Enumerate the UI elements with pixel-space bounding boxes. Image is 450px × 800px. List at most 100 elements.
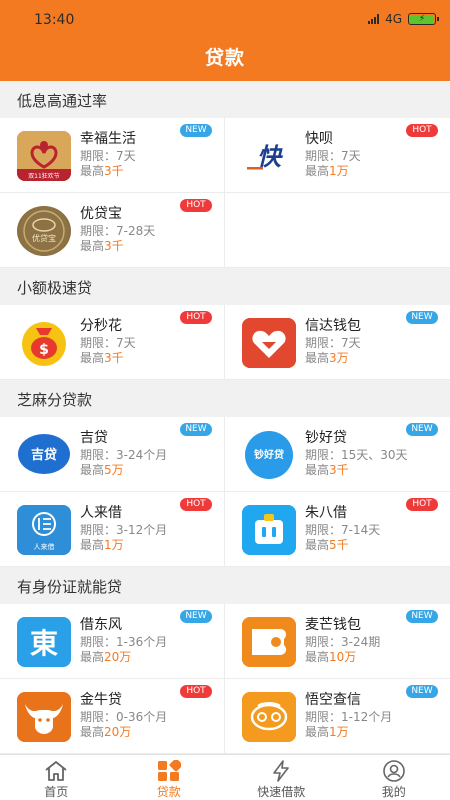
tab-home[interactable]: 首页 (0, 755, 113, 800)
loan-name: 幸福生活 (80, 131, 136, 147)
loan-name: 快呗 (305, 131, 333, 147)
loan-card-xinda[interactable]: 信达钱包 期限：7天 最高3万 NEW (225, 305, 450, 380)
loan-card-youdaibao[interactable]: 优贷宝 优贷宝 期限：7-28天 最高3千 HOT (0, 193, 225, 268)
loan-max-value: 5千 (329, 538, 349, 552)
loan-max-value: 3千 (104, 239, 124, 253)
loan-max: 最高5千 (305, 538, 349, 552)
section-title: 有身份证就能贷 (0, 567, 450, 604)
loan-card-zhubajie[interactable]: 朱八借 期限：7-14天 最高5千 HOT (225, 492, 450, 567)
svg-text:优贷宝: 优贷宝 (32, 233, 56, 243)
battery-icon: ⚡ (408, 13, 439, 25)
zhubajie-logo-icon (242, 505, 296, 555)
lightning-icon (268, 759, 294, 782)
loan-term: 期限：0-36个月 (80, 710, 168, 724)
svg-text:$: $ (39, 342, 49, 358)
hot-badge: HOT (406, 124, 438, 137)
svg-text:双11狂欢节: 双11狂欢节 (28, 172, 60, 180)
loan-max: 最高3万 (305, 351, 349, 365)
loan-name: 朱八借 (305, 505, 347, 521)
loan-term: 期限：7-28天 (80, 224, 156, 238)
loan-max: 最高1万 (80, 538, 124, 552)
loan-term: 期限：7天 (305, 149, 361, 163)
loan-term: 期限：7天 (80, 336, 136, 350)
loan-term: 期限：7天 (305, 336, 361, 350)
section-title: 芝麻分贷款 (0, 380, 450, 417)
renlaijie-logo-icon: 人来借 (17, 505, 71, 555)
loan-grid-icon (156, 759, 182, 782)
loan-card-maimang[interactable]: 麦芒钱包 期限：3-24期 最高10万 NEW (225, 604, 450, 679)
loan-card-jinniu[interactable]: 金牛贷 期限：0-36个月 最高20万 HOT (0, 679, 225, 754)
loan-max: 最高3千 (80, 239, 124, 253)
section-grid: $ 分秒花 期限：7天 最高3千 HOT 信达钱包 期限：7天 最高3万 NEW (0, 305, 450, 380)
wukong-logo-icon (242, 692, 296, 742)
loan-max: 最高3千 (305, 463, 349, 477)
empty-card (225, 193, 450, 268)
loan-name: 钞好贷 (305, 430, 347, 446)
loan-card-jidai[interactable]: 吉贷 吉贷 期限：3-24个月 最高5万 NEW (0, 417, 225, 492)
loan-name: 麦芒钱包 (305, 617, 361, 633)
loan-max-value: 3万 (329, 351, 349, 365)
profile-icon (381, 759, 407, 782)
jiedongfeng-logo-icon: 東 (17, 617, 71, 667)
loan-name: 优贷宝 (80, 206, 122, 222)
tab-quick-loan[interactable]: 快速借款 (225, 755, 338, 800)
loan-term: 期限：1-36个月 (80, 635, 168, 649)
loan-term: 期限：7天 (80, 149, 136, 163)
loan-name: 信达钱包 (305, 318, 361, 334)
tab-label: 贷款 (156, 785, 181, 799)
maimang-wallet-logo-icon (242, 617, 296, 667)
chaohaodai-logo-icon: 钞好贷 (242, 430, 296, 480)
tab-label: 快速借款 (257, 785, 306, 799)
svg-text:人来借: 人来借 (34, 542, 55, 551)
new-badge: NEW (180, 124, 212, 137)
loan-max: 最高20万 (80, 650, 132, 664)
svg-text:钞好贷: 钞好贷 (254, 448, 284, 461)
jidai-logo-icon: 吉贷 (17, 430, 71, 480)
loan-card-kuaibei[interactable]: 快 快呗 期限：7天 最高1万 HOT (225, 118, 450, 193)
loan-max: 最高10万 (305, 650, 357, 664)
loan-max: 最高1万 (305, 725, 349, 739)
tab-label: 首页 (44, 785, 69, 799)
status-indicators: 4G ⚡ (368, 12, 439, 26)
signal-icon (368, 14, 380, 24)
money-bag-logo-icon: $ (17, 318, 71, 368)
page-title: 贷款 (204, 47, 245, 69)
loan-name: 分秒花 (80, 318, 122, 334)
loan-max: 最高20万 (80, 725, 132, 739)
hot-badge: HOT (406, 498, 438, 511)
youdaibao-logo-icon: 优贷宝 (17, 206, 71, 256)
loan-card-renlaijie[interactable]: 人来借 人来借 期限：3-12个月 最高1万 HOT (0, 492, 225, 567)
app-header: 贷款 (0, 38, 450, 81)
loan-card-fenmiaohua[interactable]: $ 分秒花 期限：7天 最高3千 HOT (0, 305, 225, 380)
loan-list[interactable]: 低息高通过率 双11狂欢节 幸福生活 期限：7天 最高3千 NEW 快 快呗 期… (0, 81, 450, 754)
loan-card-xingfu[interactable]: 双11狂欢节 幸福生活 期限：7天 最高3千 NEW (0, 118, 225, 193)
loan-card-jiedongfeng[interactable]: 東 借东风 期限：1-36个月 最高20万 NEW (0, 604, 225, 679)
loan-max-value: 10万 (329, 650, 357, 664)
loan-card-chaohaodai[interactable]: 钞好贷 钞好贷 期限：15天、30天 最高3千 NEW (225, 417, 450, 492)
section-grid: 吉贷 吉贷 期限：3-24个月 最高5万 NEW 钞好贷 钞好贷 期限：15天、… (0, 417, 450, 567)
loan-name: 吉贷 (80, 430, 108, 446)
loan-card-wukong[interactable]: 悟空查信 期限：1-12个月 最高1万 NEW (225, 679, 450, 754)
loan-max-value: 3千 (104, 164, 124, 178)
kuaibei-logo-icon: 快 (242, 131, 296, 181)
svg-text:吉贷: 吉贷 (31, 447, 57, 463)
loan-term: 期限：3-24期 (305, 635, 381, 649)
loan-max: 最高1万 (305, 164, 349, 178)
loan-max-value: 20万 (104, 725, 132, 739)
loan-term: 期限：3-24个月 (80, 448, 168, 462)
loan-max: 最高3千 (80, 351, 124, 365)
loan-name: 借东风 (80, 617, 122, 633)
loan-max-value: 3千 (104, 351, 124, 365)
loan-term: 期限：1-12个月 (305, 710, 393, 724)
hot-badge: HOT (180, 311, 212, 324)
loan-max: 最高3千 (80, 164, 124, 178)
loan-term: 期限：7-14天 (305, 523, 381, 537)
new-badge: NEW (406, 685, 438, 698)
tab-loan[interactable]: 贷款 (113, 755, 226, 800)
new-badge: NEW (406, 311, 438, 324)
new-badge: NEW (406, 610, 438, 623)
svg-text:快: 快 (257, 143, 283, 171)
loan-name: 悟空查信 (305, 692, 361, 708)
tab-profile[interactable]: 我的 (338, 755, 450, 800)
status-bar: 13:40 4G ⚡ (0, 0, 450, 38)
